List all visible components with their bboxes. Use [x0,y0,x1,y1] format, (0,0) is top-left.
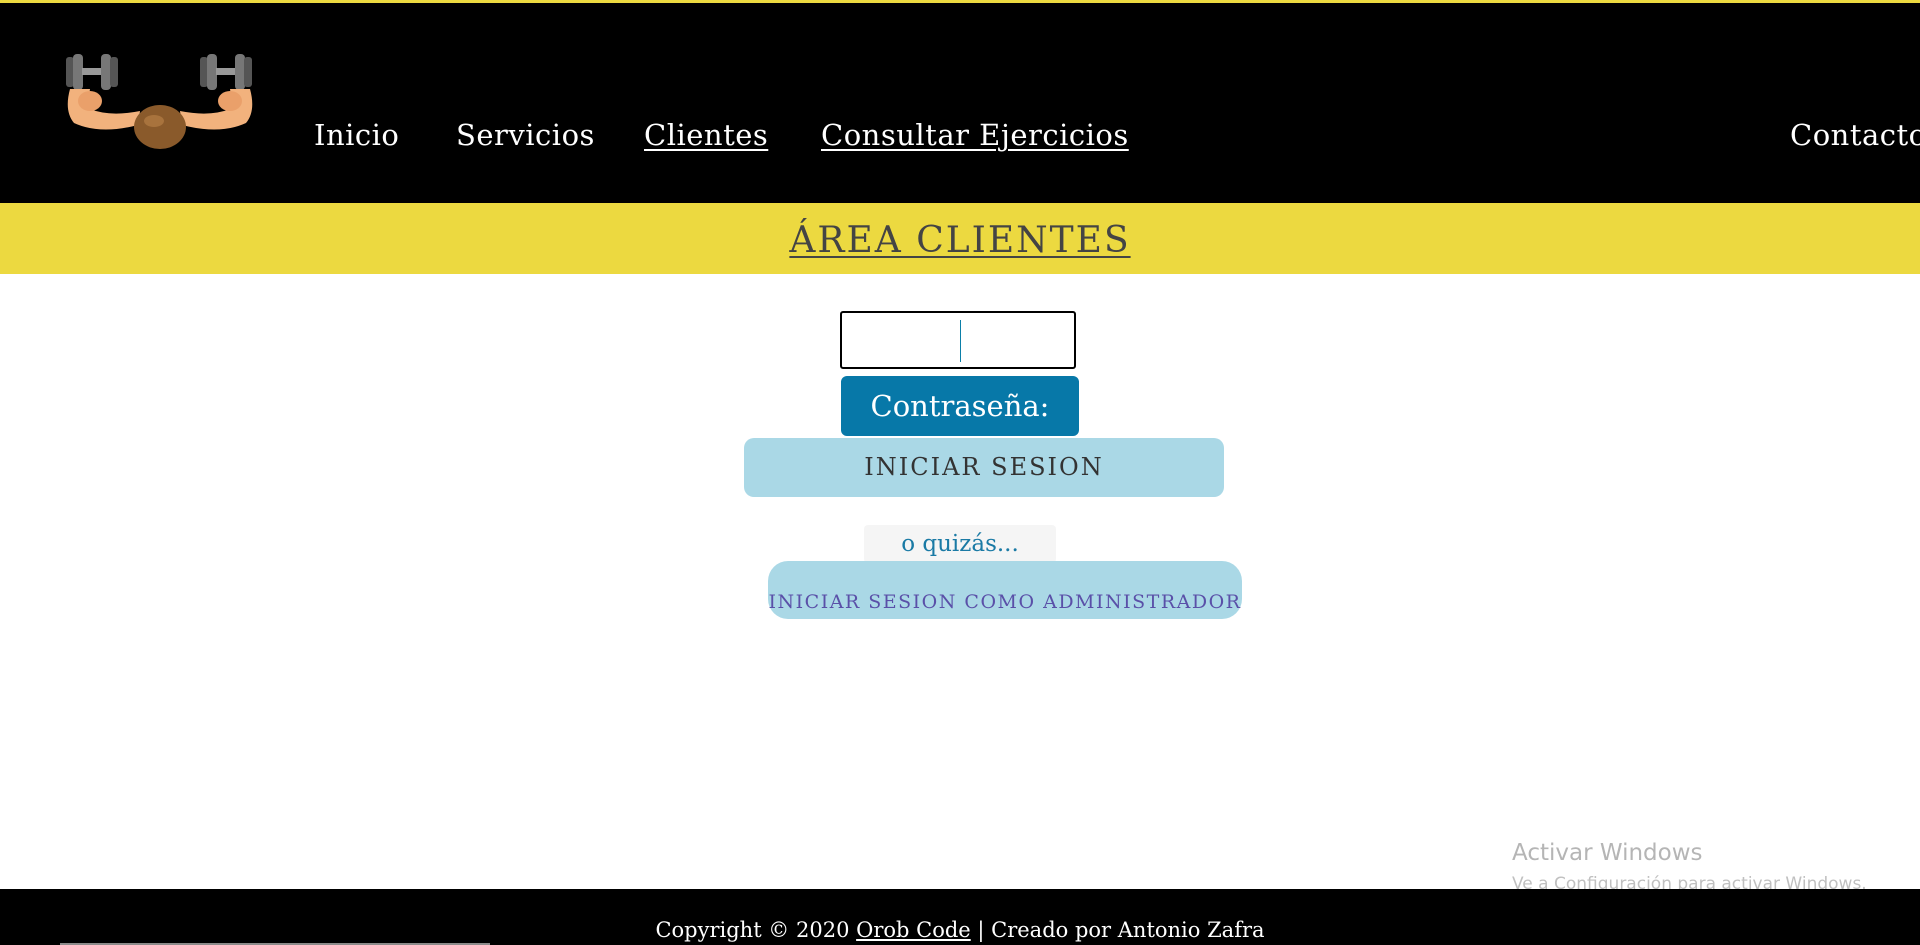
footer-company-link[interactable]: Orob Code [856,918,971,942]
logo-muscle-icon[interactable] [60,51,260,151]
password-label: Contraseña: [841,376,1079,436]
nav-inicio[interactable]: Inicio [314,115,399,155]
footer-suffix: | Creado por Antonio Zafra [970,918,1265,942]
site-header: Inicio Servicios Clientes Consultar Ejer… [0,3,1920,203]
admin-login-button[interactable]: INICIAR SESION COMO ADMINISTRADOR [768,561,1242,619]
nav-consultar-ejercicios[interactable]: Consultar Ejercicios [821,115,1129,155]
nav-contacto[interactable]: Contacto [1790,115,1920,155]
alternative-text: o quizás... [864,525,1056,563]
nav-clientes[interactable]: Clientes [644,115,768,155]
activate-windows-title: Activar Windows [1512,840,1703,866]
footer-copyright: Copyright © 2020 Orob Code | Creado por … [0,916,1920,944]
footer-prefix: Copyright © 2020 [655,918,857,942]
password-input[interactable] [840,311,1076,369]
login-button[interactable]: INICIAR SESION [744,438,1224,497]
page-title: ÁREA CLIENTES [789,220,1131,261]
site-footer: Copyright © 2020 Orob Code | Creado por … [0,889,1920,945]
page-banner: ÁREA CLIENTES [0,203,1920,274]
text-caret [960,320,961,362]
nav-servicios[interactable]: Servicios [456,115,595,155]
admin-login-label: INICIAR SESION COMO ADMINISTRADOR [768,591,1242,613]
